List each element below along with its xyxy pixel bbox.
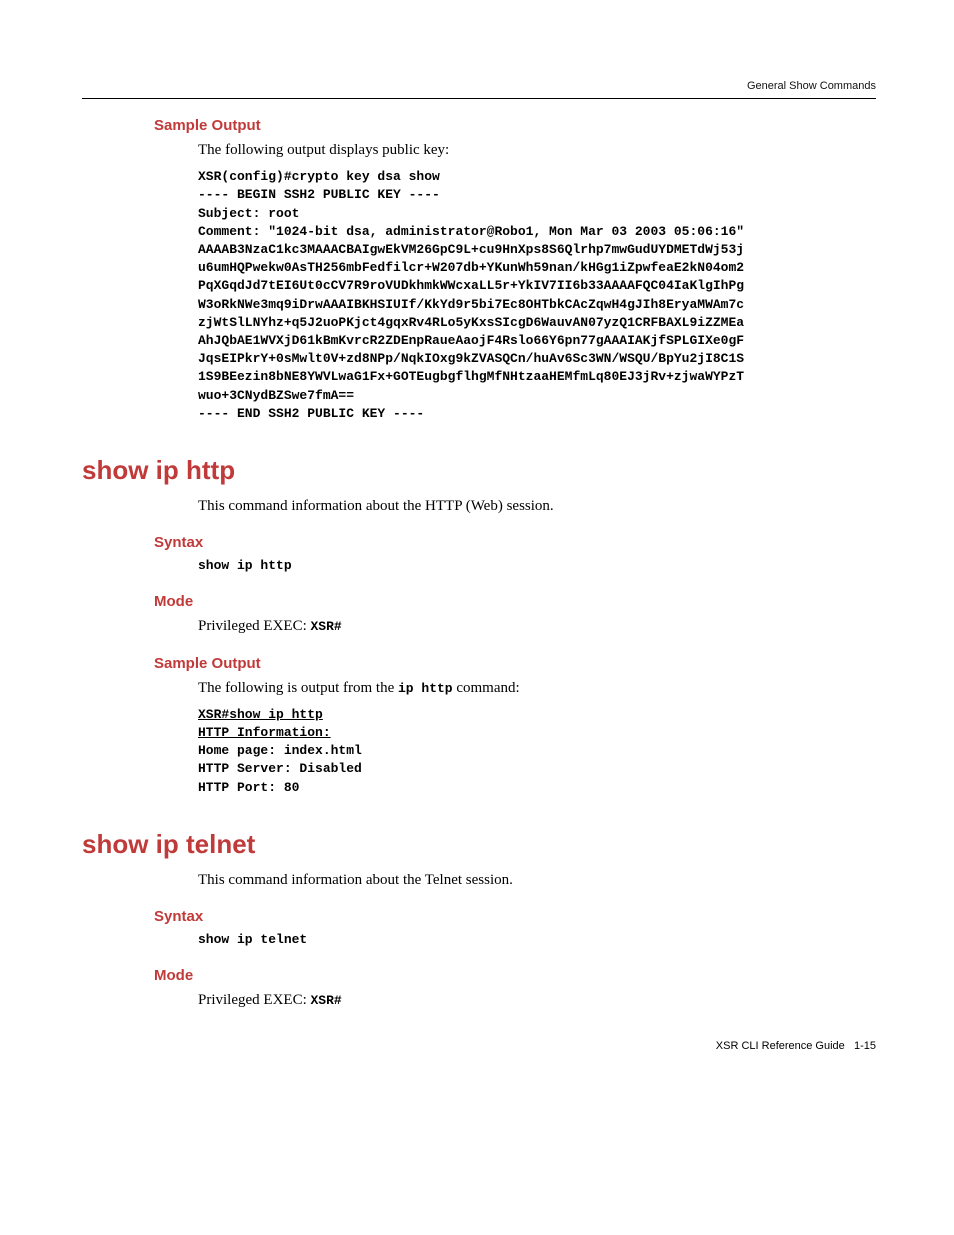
mode-text-telnet: Privileged EXEC: XSR#	[198, 990, 876, 1010]
mode-prefix: Privileged EXEC:	[198, 618, 311, 634]
sample-suffix: command:	[453, 680, 520, 696]
sample-intro-1: The following output displays public key…	[198, 140, 876, 160]
heading-syntax-http: Syntax	[154, 534, 876, 551]
heading-sample-output-1: Sample Output	[154, 117, 876, 134]
mode-code-http: XSR#	[311, 619, 342, 634]
code-block-publickey: XSR(config)#crypto key dsa show ---- BEG…	[198, 168, 876, 423]
sample-prefix: The following is output from the	[198, 680, 398, 696]
sample-inline-code: ip http	[398, 681, 453, 696]
page-footer: XSR CLI Reference Guide 1-15	[82, 1040, 876, 1052]
running-header: General Show Commands	[82, 80, 876, 92]
mode-text-http: Privileged EXEC: XSR#	[198, 616, 876, 636]
footer-guide: XSR CLI Reference Guide	[716, 1040, 845, 1052]
code-rest: Home page: index.html HTTP Server: Disab…	[198, 743, 362, 794]
heading-syntax-telnet: Syntax	[154, 908, 876, 925]
header-rule	[82, 98, 876, 99]
heading-show-ip-telnet: show ip telnet	[82, 829, 876, 860]
desc-show-ip-http: This command information about the HTTP …	[198, 496, 876, 516]
code-line1: XSR#show ip http	[198, 707, 323, 722]
syntax-code-telnet: show ip telnet	[198, 931, 876, 949]
desc-show-ip-telnet: This command information about the Telne…	[198, 870, 876, 890]
heading-sample-output-http: Sample Output	[154, 655, 876, 672]
code-block-http: XSR#show ip http HTTP Information: Home …	[198, 706, 876, 797]
heading-mode-http: Mode	[154, 593, 876, 610]
heading-mode-telnet: Mode	[154, 967, 876, 984]
page-container: General Show Commands Sample Output The …	[0, 0, 954, 1112]
mode-code-telnet: XSR#	[311, 993, 342, 1008]
sample-intro-http: The following is output from the ip http…	[198, 678, 876, 698]
code-line2: HTTP Information:	[198, 725, 331, 740]
footer-page: 1-15	[854, 1040, 876, 1052]
mode-prefix-telnet: Privileged EXEC:	[198, 992, 311, 1008]
syntax-code-http: show ip http	[198, 557, 876, 575]
heading-show-ip-http: show ip http	[82, 455, 876, 486]
